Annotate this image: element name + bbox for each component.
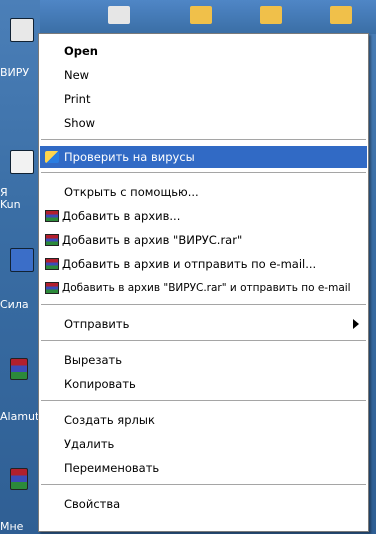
menu-separator [41, 484, 366, 485]
menu-item-label: Отправить [64, 317, 130, 331]
desktop-icon-2[interactable] [10, 150, 38, 174]
menu-separator [41, 304, 366, 305]
menu-item-cut[interactable]: Вырезать [40, 349, 367, 371]
menu-separator [41, 400, 366, 401]
menu-item-label: Свойства [64, 497, 121, 511]
menu-item-label: Вырезать [64, 353, 122, 367]
desktop-top-strip [40, 0, 376, 34]
menu-item-add-to-named-archive[interactable]: Добавить в архив "ВИРУС.rar" [40, 229, 367, 251]
submenu-arrow-icon [353, 319, 359, 329]
menu-item-named-archive-and-email[interactable]: Добавить в архив "ВИРУС.rar" и отправить… [40, 277, 367, 299]
menu-item-print[interactable]: Print [40, 88, 367, 110]
menu-item-label: New [64, 68, 90, 82]
menu-separator [41, 340, 366, 341]
menu-item-scan-virus[interactable]: Проверить на вирусы [40, 146, 367, 168]
winrar-icon [45, 282, 59, 294]
archive-icon [10, 358, 28, 380]
menu-item-create-shortcut[interactable]: Создать ярлык [40, 409, 367, 431]
menu-item-label: Копировать [64, 377, 136, 391]
document-icon [10, 150, 34, 174]
menu-item-delete[interactable]: Удалить [40, 433, 367, 455]
menu-item-show[interactable]: Show [40, 112, 367, 134]
menu-item-label: Open [64, 44, 98, 58]
menu-separator [41, 172, 366, 173]
menu-item-label: Добавить в архив "ВИРУС.rar" [62, 233, 243, 247]
desktop-label-4: Сила [0, 298, 29, 311]
antivirus-icon [45, 151, 59, 163]
context-menu: Open New Print Show Проверить на вирусы … [38, 33, 369, 532]
winrar-icon [45, 210, 59, 222]
file-icon [10, 18, 34, 42]
menu-item-open-with[interactable]: Открыть с помощью... [40, 181, 367, 203]
menu-item-new[interactable]: New [40, 64, 367, 86]
menu-item-label: Print [64, 92, 91, 106]
menu-item-add-to-archive[interactable]: Добавить в архив... [40, 205, 367, 227]
menu-item-label: Show [64, 116, 96, 130]
menu-separator [41, 139, 366, 140]
desktop-label-virus: ВИРУ [0, 66, 30, 79]
menu-item-label: Добавить в архив и отправить по e-mail..… [62, 257, 317, 271]
menu-item-label: Добавить в архив... [62, 209, 181, 223]
desktop-icon-word[interactable] [10, 248, 38, 272]
menu-item-label: Переименовать [64, 461, 160, 475]
menu-item-send-to[interactable]: Отправить [40, 313, 367, 335]
menu-item-label: Создать ярлык [64, 413, 155, 427]
archive-icon [10, 468, 28, 490]
menu-item-label: Добавить в архив "ВИРУС.rar" и отправить… [62, 282, 351, 294]
menu-item-archive-and-email[interactable]: Добавить в архив и отправить по e-mail..… [40, 253, 367, 275]
desktop-icon-top-2[interactable] [190, 6, 212, 24]
menu-item-copy[interactable]: Копировать [40, 373, 367, 395]
menu-item-rename[interactable]: Переименовать [40, 457, 367, 479]
menu-item-label: Проверить на вирусы [64, 150, 195, 164]
word-document-icon [10, 248, 34, 272]
winrar-icon [45, 258, 59, 270]
menu-item-label: Удалить [64, 437, 115, 451]
desktop-icon-top-4[interactable] [330, 6, 352, 24]
desktop-label-5: Alamut [0, 410, 40, 423]
winrar-icon [45, 234, 59, 246]
desktop-label-6: Мне [0, 520, 24, 533]
menu-item-label: Открыть с помощью... [64, 185, 199, 199]
desktop-icon-archive-2[interactable] [10, 468, 38, 490]
desktop-label-3: Kun [0, 198, 21, 211]
menu-item-open[interactable]: Open [40, 40, 367, 62]
desktop-icon-virus[interactable] [10, 18, 38, 42]
menu-item-properties[interactable]: Свойства [40, 493, 367, 515]
desktop-icon-archive[interactable] [10, 358, 38, 380]
desktop-icon-top-1[interactable] [108, 6, 130, 24]
desktop-icon-top-3[interactable] [260, 6, 282, 24]
